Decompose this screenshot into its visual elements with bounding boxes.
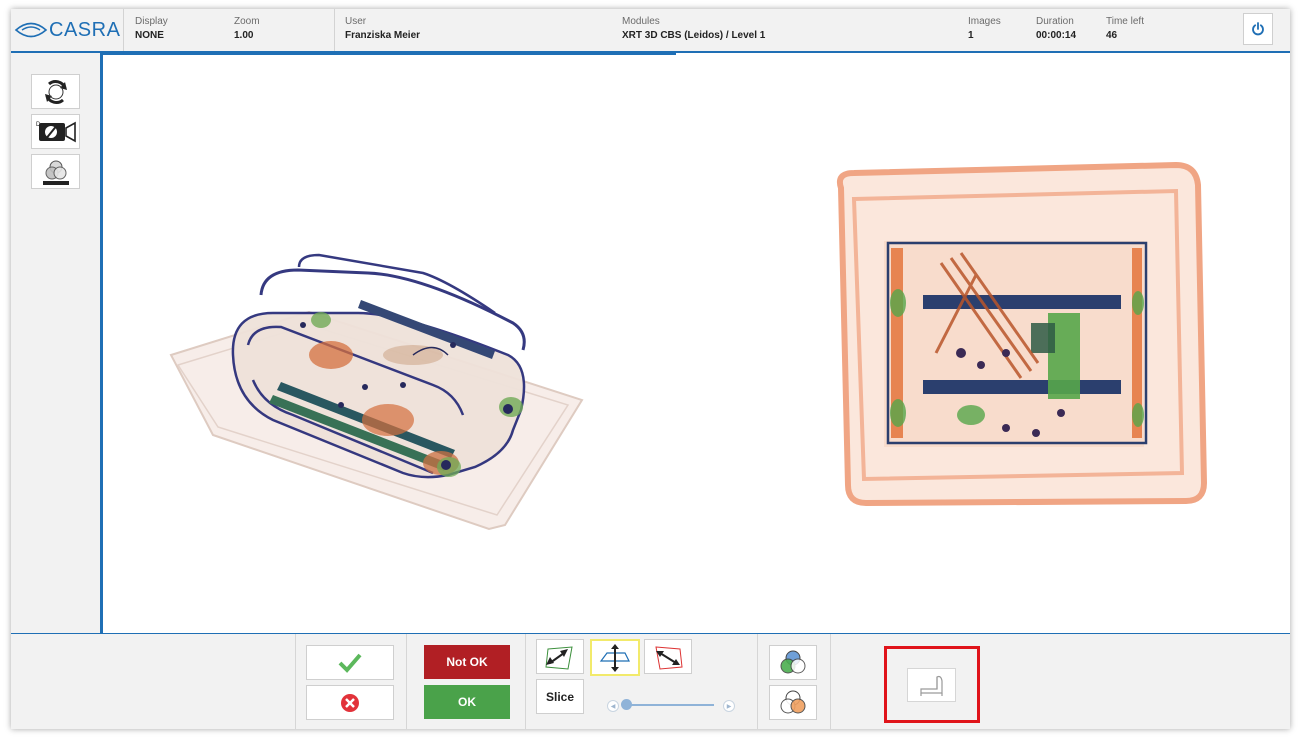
- 3d-baggage-scan: [169, 253, 584, 531]
- rotate-left-button[interactable]: [536, 639, 584, 674]
- slice-slider[interactable]: ◀ ▶: [607, 697, 735, 713]
- color-mode-1-icon: [780, 650, 806, 673]
- modules-label: Modules: [622, 16, 660, 27]
- reject-icon: [341, 693, 359, 712]
- rotate-left-icon: [545, 645, 573, 670]
- material-filter-button[interactable]: [31, 154, 80, 189]
- color-mode-2-button[interactable]: [769, 685, 817, 720]
- top-baggage-scan: [836, 161, 1208, 507]
- bag-outline-icon: [919, 675, 943, 696]
- accept-button[interactable]: [306, 645, 394, 680]
- power-icon: [1252, 22, 1264, 36]
- zoom-value: 1.00: [234, 30, 254, 41]
- logo: CASRA: [11, 9, 123, 51]
- rotate-icon: [44, 79, 67, 104]
- rotate-right-button[interactable]: [644, 639, 692, 674]
- color-mode-1-button[interactable]: [769, 645, 817, 680]
- duration-value: 00:00:14: [1036, 30, 1077, 41]
- display-label: Display: [135, 16, 168, 27]
- camera-icon: D: [36, 121, 76, 142]
- checkmark-icon: [338, 653, 362, 673]
- top-xray-view[interactable]: [676, 53, 1290, 633]
- time-left-label: Time left: [1106, 16, 1144, 27]
- camera-tool-button[interactable]: D: [31, 114, 80, 149]
- display-value: NONE: [135, 30, 164, 41]
- slice-left-arrow[interactable]: ◀: [607, 700, 619, 712]
- rotate-right-icon: [655, 645, 683, 670]
- logo-text: CASRA: [49, 18, 121, 41]
- zoom-label: Zoom: [234, 16, 260, 27]
- user-label: User: [345, 16, 367, 27]
- material-filter-icon: [42, 160, 69, 185]
- rotate-tool-button[interactable]: [31, 74, 80, 109]
- app-window: CASRA Display NONE Zoom 1.00 User Franzi…: [11, 9, 1290, 729]
- casra-eye-icon: [14, 22, 48, 38]
- slice-slider-thumb[interactable]: [621, 699, 632, 710]
- vertical-flip-button[interactable]: [590, 639, 640, 676]
- reject-button[interactable]: [306, 685, 394, 720]
- modules-value: XRT 3D CBS (Leidos) / Level 1: [622, 30, 766, 41]
- not-ok-button[interactable]: Not OK: [424, 645, 510, 679]
- slice-right-arrow[interactable]: ▶: [723, 700, 735, 712]
- slice-slider-track[interactable]: [624, 704, 714, 706]
- duration-label: Duration: [1036, 16, 1074, 27]
- time-left-value: 46: [1106, 30, 1118, 41]
- 3d-xray-view[interactable]: [100, 52, 679, 636]
- svg-text:D: D: [36, 122, 41, 128]
- power-button[interactable]: [1243, 13, 1273, 45]
- color-mode-2-icon: [780, 690, 806, 713]
- ok-button[interactable]: OK: [424, 685, 510, 719]
- slice-button[interactable]: Slice: [536, 679, 584, 714]
- images-value: 1: [968, 30, 974, 41]
- vertical-flip-icon: [599, 643, 630, 672]
- bottom-toolbar: Not OK OK Slice ◀ ▶: [11, 633, 1290, 729]
- user-value: Franziska Meier: [345, 30, 421, 41]
- tool-sidebar: D: [11, 53, 100, 633]
- images-label: Images: [968, 16, 1001, 27]
- bag-outline-button[interactable]: [907, 668, 956, 702]
- header-bar: CASRA Display NONE Zoom 1.00 User Franzi…: [11, 9, 1290, 53]
